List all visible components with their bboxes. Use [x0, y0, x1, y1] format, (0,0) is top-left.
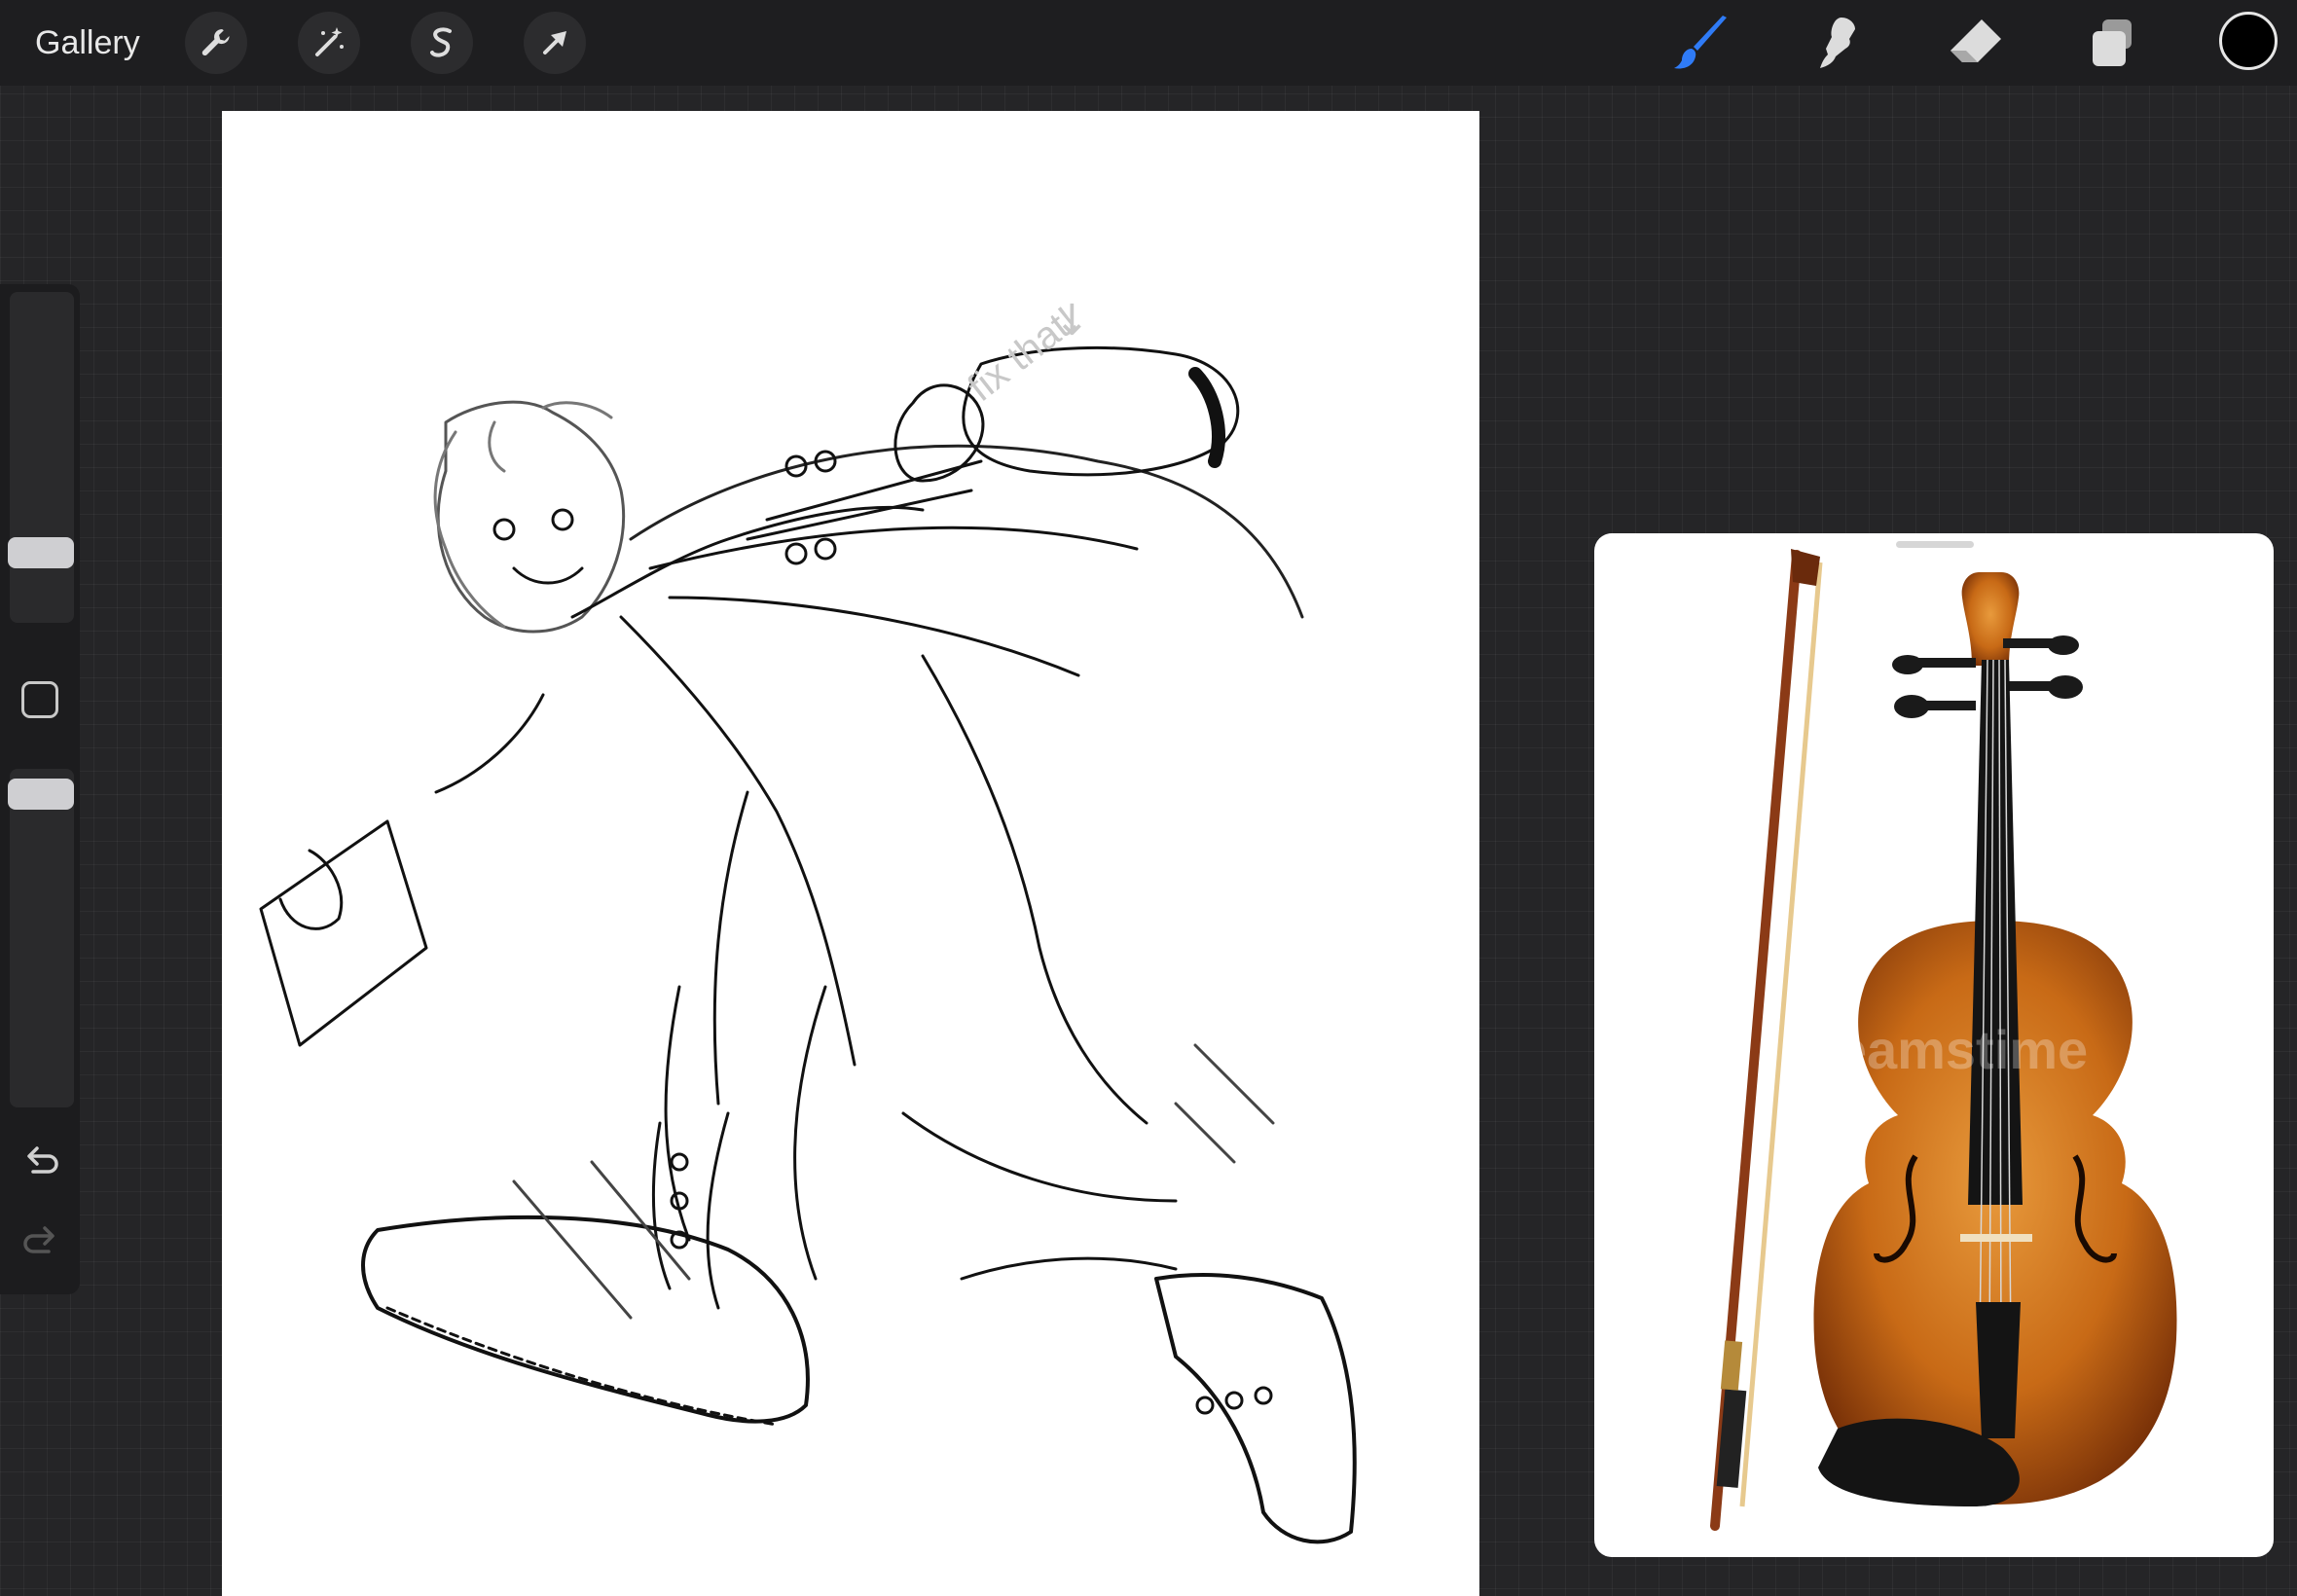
adjustments-button[interactable] — [298, 12, 360, 74]
opacity-slider[interactable] — [8, 769, 74, 1107]
violin-reference-image: dreamstime — [1710, 549, 2177, 1531]
redo-icon — [23, 1226, 55, 1253]
drawing-canvas[interactable]: fix that! ↓ — [222, 111, 1479, 1596]
layers-icon — [2093, 19, 2132, 66]
gallery-button[interactable]: Gallery — [35, 0, 140, 86]
eraser-icon — [1951, 19, 2001, 62]
brush-icon — [1674, 16, 1727, 69]
redo-button[interactable] — [19, 1220, 62, 1263]
transform-button[interactable] — [524, 12, 586, 74]
layers-button[interactable] — [2077, 8, 2147, 78]
brush-tool-button[interactable] — [1668, 8, 1738, 78]
brush-size-handle[interactable] — [8, 537, 74, 568]
undo-button[interactable] — [19, 1141, 62, 1183]
fix-that-arrow: ↓ — [1054, 296, 1090, 345]
reference-grabber[interactable] — [1896, 541, 1974, 548]
opacity-handle[interactable] — [8, 779, 74, 810]
smudge-tool-button[interactable] — [1805, 8, 1875, 78]
top-toolbar: Gallery — [0, 0, 2297, 86]
smudge-icon — [1820, 18, 1855, 68]
eraser-tool-button[interactable] — [1941, 8, 2011, 78]
color-swatch-button[interactable] — [2219, 12, 2278, 70]
selection-button[interactable] — [411, 12, 473, 74]
brush-size-slider[interactable] — [8, 292, 74, 623]
sketch-artwork: fix that! ↓ — [259, 296, 1357, 1544]
selection-icon — [430, 27, 452, 57]
modify-button[interactable] — [21, 681, 58, 718]
reference-window[interactable]: dreamstime — [1594, 533, 2274, 1557]
undo-icon — [27, 1146, 58, 1174]
sidebar — [0, 284, 80, 1294]
transform-arrow-icon — [543, 31, 566, 54]
reference-watermark: dreamstime — [1782, 1019, 2088, 1080]
magic-wand-icon — [315, 27, 344, 56]
actions-button[interactable] — [185, 12, 247, 74]
wrench-icon — [201, 29, 230, 56]
